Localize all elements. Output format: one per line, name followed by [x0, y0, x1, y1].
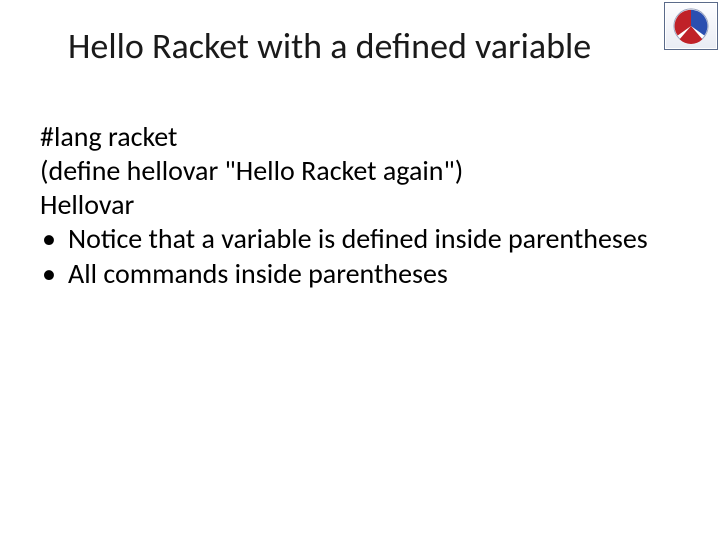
bullet-text: Notice that a variable is defined inside…: [68, 221, 648, 256]
slide-title: Hello Racket with a defined variable: [68, 24, 700, 68]
code-line-1: #lang racket: [40, 120, 660, 154]
code-line-3: Hellovar: [40, 188, 660, 222]
slide-body: #lang racket (define hellovar "Hello Rac…: [40, 120, 660, 291]
bullet-text: All commands inside parentheses: [68, 256, 448, 291]
bullet-list: Notice that a variable is defined inside…: [40, 222, 660, 290]
bullet-item: All commands inside parentheses: [40, 257, 660, 291]
code-line-2: (define hellovar "Hello Racket again"): [40, 154, 660, 188]
slide: Hello Racket with a defined variable #la…: [0, 0, 720, 540]
bullet-item: Notice that a variable is defined inside…: [40, 222, 660, 256]
